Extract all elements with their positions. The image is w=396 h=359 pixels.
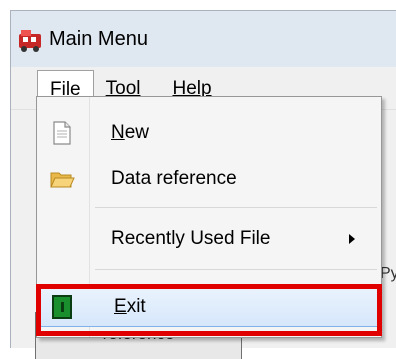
background-partial-text: Py: [380, 265, 396, 282]
menu-item-recently-used-file[interactable]: Recently Used File: [37, 219, 381, 259]
title-bar: Main Menu: [11, 11, 396, 67]
menu-item-exit[interactable]: Exit: [39, 287, 379, 327]
menu-separator: [95, 207, 377, 208]
folder-icon: [49, 166, 75, 192]
menu-item-exit-rest: xit: [126, 296, 146, 317]
document-icon: [49, 120, 75, 146]
file-dropdown-menu: New Data reference Recently Used File Ex…: [36, 96, 382, 338]
menu-item-exit-label: Exit: [114, 296, 146, 317]
submenu-arrow-icon: [349, 234, 355, 244]
menu-item-new[interactable]: New: [37, 113, 381, 153]
menu-item-data-reference-label: Data reference: [111, 168, 237, 189]
menu-item-new-label: New: [111, 122, 150, 143]
menu-item-recently-used-file-label: Recently Used File: [111, 228, 271, 249]
menu-item-data-reference[interactable]: Data reference: [37, 159, 381, 199]
menu-item-new-rest: ew: [124, 122, 150, 143]
exit-icon: [50, 294, 76, 320]
menu-separator: [95, 269, 377, 270]
app-icon: [17, 26, 45, 52]
window-title: Main Menu: [49, 27, 148, 50]
